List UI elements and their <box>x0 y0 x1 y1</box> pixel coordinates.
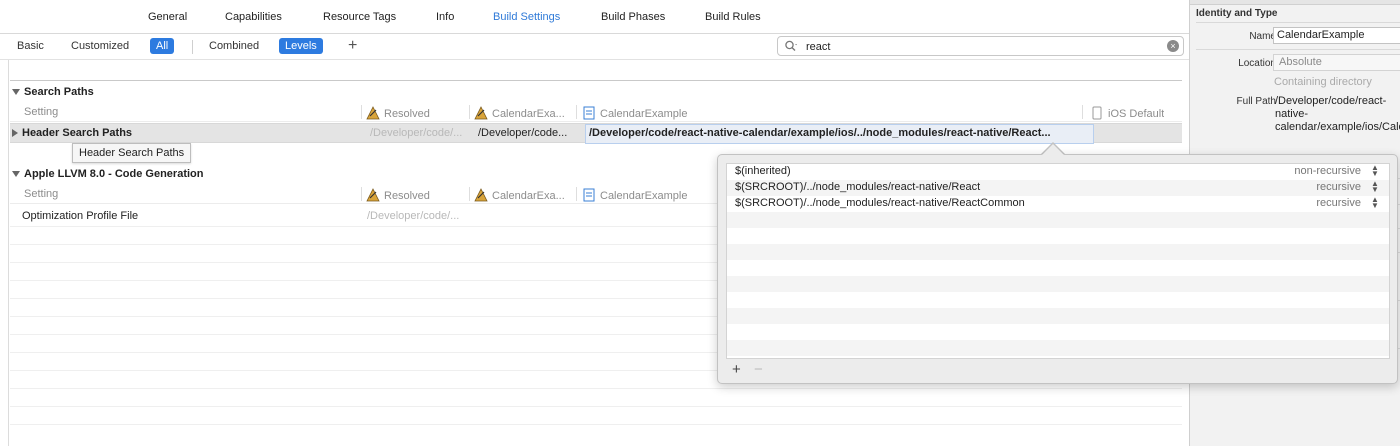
project-column-header[interactable]: CalendarExample <box>582 106 687 120</box>
header-search-paths-row[interactable]: Header Search Paths /Developer/code/... … <box>10 123 1182 144</box>
empty-row <box>727 340 1389 356</box>
search-field[interactable]: × <box>777 36 1184 56</box>
fullpath-label: Full Path <box>1236 96 1276 107</box>
target-icon <box>366 106 380 120</box>
target-column-header[interactable]: CalendarExa... <box>474 106 565 120</box>
target-column-header[interactable]: CalendarExa... <box>474 188 565 202</box>
add-path-button[interactable]: + <box>732 361 741 378</box>
stepper-icon[interactable]: ▲ ▼ <box>1371 180 1379 194</box>
location-label: Location <box>1238 58 1276 69</box>
empty-row <box>727 308 1389 324</box>
recursion-select[interactable]: recursive <box>1316 197 1361 209</box>
empty-row <box>727 260 1389 276</box>
resolved-value: /Developer/code/... <box>370 127 463 139</box>
tab-build-settings[interactable]: Build Settings <box>493 11 560 23</box>
header-search-paths-popover: $(inherited) non-recursive ▲ ▼ $(SRCROOT)… <box>717 154 1398 384</box>
search-path-value[interactable]: $(SRCROOT)/../node_modules/react-native/… <box>735 197 1025 209</box>
search-input[interactable] <box>806 39 1146 54</box>
popover-arrow-fill <box>1041 144 1065 156</box>
target-icon <box>474 188 488 202</box>
clear-search-icon[interactable]: × <box>1167 40 1179 52</box>
filter-bar: Basic Customized All Combined Levels + × <box>0 34 1189 60</box>
section-rule <box>10 80 1182 81</box>
setting-column-label: Setting <box>24 106 59 118</box>
setting-name: Header Search Paths <box>22 127 133 139</box>
resolved-column-header[interactable]: Resolved <box>366 188 430 202</box>
project-column-header[interactable]: CalendarExample <box>582 188 687 202</box>
search-path-value[interactable]: $(inherited) <box>735 165 791 177</box>
divider <box>8 0 9 446</box>
empty-row <box>727 324 1389 340</box>
disclosure-triangle-icon[interactable] <box>12 129 18 138</box>
search-paths-column-header: Setting Resolved CalendarExa... Calendar… <box>10 102 1182 122</box>
setting-name: Optimization Profile File <box>22 210 139 222</box>
target-icon <box>366 188 380 202</box>
name-field[interactable]: CalendarExample <box>1273 27 1400 44</box>
name-label: Name <box>1249 31 1276 42</box>
target-value[interactable]: /Developer/code... <box>478 127 574 139</box>
disclosure-triangle-icon[interactable] <box>12 89 20 96</box>
stepper-icon[interactable]: ▲ ▼ <box>1371 164 1379 178</box>
project-value: /Developer/code/react-native-calendar/ex… <box>589 127 1051 139</box>
section-llvm-title[interactable]: Apple LLVM 8.0 - Code Generation <box>12 168 203 180</box>
tab-info[interactable]: Info <box>436 11 454 23</box>
list-item[interactable]: $(SRCROOT)/../node_modules/react-native/… <box>727 180 1389 196</box>
search-icon <box>785 40 797 51</box>
search-path-list: $(inherited) non-recursive ▲ ▼ $(SRCROOT)… <box>726 163 1390 359</box>
resolved-column-header[interactable]: Resolved <box>366 106 430 120</box>
location-subtext: Containing directory <box>1274 76 1372 88</box>
empty-row <box>727 244 1389 260</box>
add-setting-button[interactable]: + <box>348 36 357 56</box>
project-value-cell[interactable]: /Developer/code/react-native-calendar/ex… <box>585 124 1094 144</box>
filter-basic-button[interactable]: Basic <box>11 38 50 54</box>
filter-all-button[interactable]: All <box>150 38 175 54</box>
tab-capabilities[interactable]: Capabilities <box>225 11 282 23</box>
view-levels-button[interactable]: Levels <box>279 38 323 54</box>
tab-build-rules[interactable]: Build Rules <box>705 11 761 23</box>
project-file-icon <box>583 106 595 120</box>
section-search-paths-title[interactable]: Search Paths <box>12 86 94 98</box>
sdk-icon <box>1092 106 1102 120</box>
tab-build-phases[interactable]: Build Phases <box>601 11 665 23</box>
target-icon <box>474 106 488 120</box>
empty-row <box>727 212 1389 228</box>
filter-customized-button[interactable]: Customized <box>65 38 135 54</box>
empty-row <box>727 228 1389 244</box>
resolved-value: /Developer/code/... <box>367 210 460 222</box>
remove-path-button[interactable]: − <box>754 361 763 378</box>
editor-tab-bar: General Capabilities Resource Tags Info … <box>0 0 1189 34</box>
disclosure-triangle-icon[interactable] <box>12 171 20 178</box>
project-file-icon <box>583 188 595 202</box>
tab-general[interactable]: General <box>148 11 187 23</box>
view-combined-button[interactable]: Combined <box>203 38 265 54</box>
fullpath-value: /Developer/code/react-native-calendar/ex… <box>1275 95 1400 133</box>
ios-default-column-header[interactable]: iOS Default <box>1090 106 1164 120</box>
empty-row <box>727 276 1389 292</box>
recursion-select[interactable]: recursive <box>1316 181 1361 193</box>
tooltip: Header Search Paths <box>72 143 192 163</box>
location-select[interactable]: Absolute <box>1273 54 1400 71</box>
inspector-toolbar <box>1190 0 1400 5</box>
list-item[interactable]: $(inherited) non-recursive ▲ ▼ <box>727 164 1389 180</box>
tab-resource-tags[interactable]: Resource Tags <box>323 11 396 23</box>
search-path-value[interactable]: $(SRCROOT)/../node_modules/react-native/… <box>735 181 980 193</box>
list-item[interactable]: $(SRCROOT)/../node_modules/react-native/… <box>727 196 1389 212</box>
setting-column-label: Setting <box>24 188 59 200</box>
empty-row <box>727 292 1389 308</box>
recursion-select[interactable]: non-recursive <box>1294 165 1361 177</box>
stepper-icon[interactable]: ▲ ▼ <box>1371 196 1379 210</box>
xcode-window: General Capabilities Resource Tags Info … <box>0 0 1400 446</box>
inspector-section-title: Identity and Type <box>1196 8 1278 19</box>
filter-separator <box>192 40 193 54</box>
